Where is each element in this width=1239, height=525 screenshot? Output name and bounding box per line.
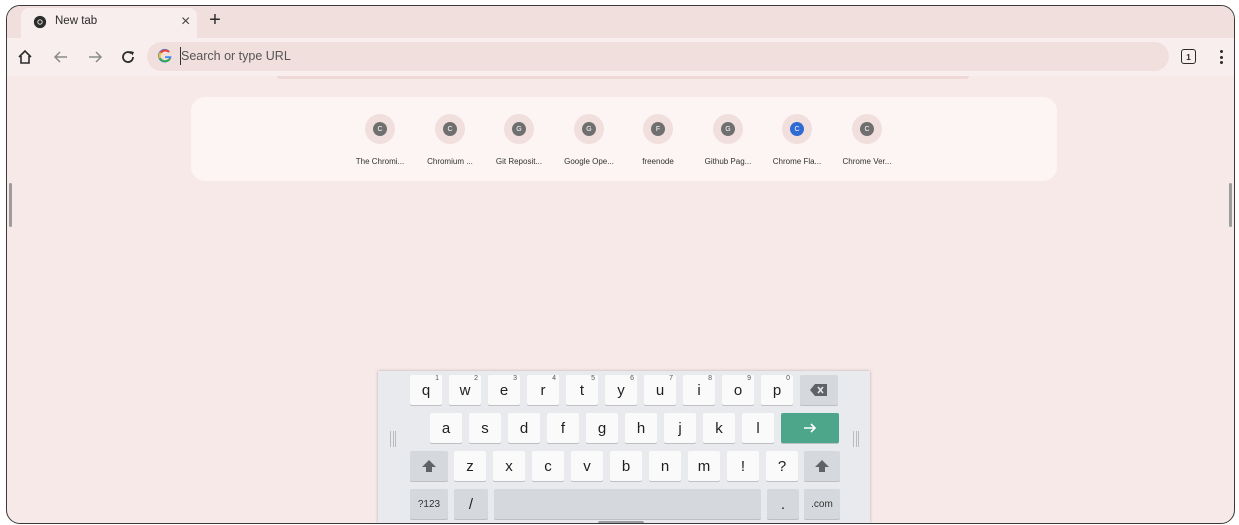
symbols-key[interactable]: ?123 xyxy=(410,489,448,519)
shortcut-tile[interactable]: F freenode xyxy=(625,97,691,181)
chrome-icon xyxy=(33,15,47,29)
left-resize-handle[interactable] xyxy=(9,183,12,227)
key-x[interactable]: x xyxy=(493,451,525,481)
shortcut-label: freenode xyxy=(642,157,674,166)
key-c[interactable]: c xyxy=(532,451,564,481)
key-i[interactable]: i8 xyxy=(683,375,715,405)
key-h[interactable]: h xyxy=(625,413,657,443)
on-screen-keyboard: q1 w2 e3 r4 t5 y6 u7 i8 o9 p0 a s d f g … xyxy=(378,371,870,523)
space-key[interactable] xyxy=(494,489,761,519)
browser-window: New tab × + Search or type URL 1 C The C… xyxy=(6,5,1235,524)
shortcut-label: Google Ope... xyxy=(564,157,614,166)
shortcut-tile[interactable]: G Git Reposit... xyxy=(486,97,552,181)
key-g[interactable]: g xyxy=(586,413,618,443)
key-y[interactable]: y6 xyxy=(605,375,637,405)
enter-key[interactable] xyxy=(781,413,839,443)
new-tab-button[interactable]: + xyxy=(204,9,226,31)
key-period[interactable]: . xyxy=(767,489,799,519)
site-icon: C xyxy=(373,122,387,136)
key-question[interactable]: ? xyxy=(766,451,798,481)
reload-icon[interactable] xyxy=(118,47,138,67)
google-icon xyxy=(157,48,172,63)
key-t[interactable]: t5 xyxy=(566,375,598,405)
site-icon: C xyxy=(860,122,874,136)
key-j[interactable]: j xyxy=(664,413,696,443)
key-o[interactable]: o9 xyxy=(722,375,754,405)
backspace-key[interactable] xyxy=(800,375,838,405)
key-r[interactable]: r4 xyxy=(527,375,559,405)
key-slash[interactable]: / xyxy=(454,489,488,519)
key-l[interactable]: l xyxy=(742,413,774,443)
shortcut-label: Chrome Fla... xyxy=(772,157,822,166)
more-menu-icon[interactable] xyxy=(1215,47,1227,67)
shortcut-label: Chrome Ver... xyxy=(842,157,892,166)
key-s[interactable]: s xyxy=(469,413,501,443)
key-b[interactable]: b xyxy=(610,451,642,481)
key-q[interactable]: q1 xyxy=(410,375,442,405)
shortcut-label: Git Reposit... xyxy=(495,157,543,166)
search-input[interactable]: Search or type URL xyxy=(181,49,291,63)
site-icon: G xyxy=(721,122,735,136)
shortcut-tile[interactable]: C Chrome Ver... xyxy=(834,97,900,181)
shortcut-tile[interactable]: G Google Ope... xyxy=(556,97,622,181)
tab-strip: New tab × + xyxy=(7,6,1234,38)
back-icon[interactable] xyxy=(51,47,71,67)
shift-key-left[interactable] xyxy=(410,451,448,481)
shortcuts-panel: C The Chromi... C Chromium ... G Git Rep… xyxy=(191,97,1057,181)
shift-icon xyxy=(815,460,829,472)
shift-key-right[interactable] xyxy=(804,451,840,481)
right-keyboard-grip[interactable] xyxy=(853,431,859,447)
right-resize-handle[interactable] xyxy=(1229,183,1232,227)
tab-title: New tab xyxy=(55,15,98,27)
key-a[interactable]: a xyxy=(430,413,462,443)
tab-switcher-button[interactable]: 1 xyxy=(1181,49,1196,64)
key-u[interactable]: u7 xyxy=(644,375,676,405)
site-icon: C xyxy=(790,122,804,136)
shortcut-label: Chromium ... xyxy=(427,157,473,166)
key-p[interactable]: p0 xyxy=(761,375,793,405)
toolbar: Search or type URL 1 xyxy=(7,38,1234,76)
key-exclamation[interactable]: ! xyxy=(727,451,759,481)
key-n[interactable]: n xyxy=(649,451,681,481)
key-m[interactable]: m xyxy=(688,451,720,481)
close-tab-button[interactable]: × xyxy=(181,12,190,32)
shortcut-tile[interactable]: C Chrome Fla... xyxy=(764,97,830,181)
key-z[interactable]: z xyxy=(454,451,486,481)
shortcut-label: The Chromi... xyxy=(355,157,405,166)
key-k[interactable]: k xyxy=(703,413,735,443)
left-keyboard-grip[interactable] xyxy=(390,431,396,447)
tab-new-tab[interactable]: New tab × xyxy=(21,8,197,38)
key-w[interactable]: w2 xyxy=(449,375,481,405)
site-icon: C xyxy=(443,122,457,136)
key-f[interactable]: f xyxy=(547,413,579,443)
keyboard-collapse-handle[interactable] xyxy=(598,521,644,523)
key-e[interactable]: e3 xyxy=(488,375,520,405)
shift-icon xyxy=(422,460,436,472)
shortcut-label: Github Pag... xyxy=(704,157,752,166)
dotcom-key[interactable]: .com xyxy=(804,489,840,519)
omnibox[interactable]: Search or type URL xyxy=(147,42,1169,71)
divider xyxy=(277,76,969,79)
site-icon: G xyxy=(512,122,526,136)
site-icon: G xyxy=(582,122,596,136)
backspace-icon xyxy=(810,384,827,396)
forward-icon[interactable] xyxy=(85,47,105,67)
shortcut-tile[interactable]: G Github Pag... xyxy=(695,97,761,181)
key-d[interactable]: d xyxy=(508,413,540,443)
arrow-right-icon xyxy=(804,423,817,433)
home-icon[interactable] xyxy=(15,47,35,67)
shortcut-tile[interactable]: C The Chromi... xyxy=(347,97,413,181)
shortcut-tile[interactable]: C Chromium ... xyxy=(417,97,483,181)
site-icon: F xyxy=(651,122,665,136)
key-v[interactable]: v xyxy=(571,451,603,481)
